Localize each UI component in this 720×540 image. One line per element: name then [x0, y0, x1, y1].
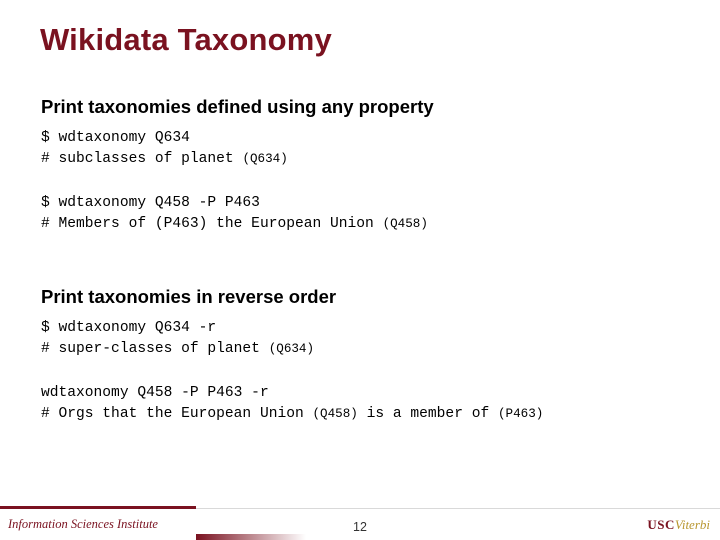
section-heading-1: Print taxonomies defined using any prope… [41, 96, 434, 117]
command-line: $ wdtaxonomy Q634 -r [41, 320, 217, 336]
comment-qid: (Q634) [242, 152, 288, 166]
code-block-3: $ wdtaxonomy Q634 -r # super-classes of … [41, 318, 314, 360]
slide: Wikidata Taxonomy Print taxonomies defin… [0, 0, 720, 540]
comment-qid-1: (Q458) [312, 407, 358, 421]
comment-text: # subclasses of planet [41, 151, 243, 167]
section-heading-2: Print taxonomies in reverse order [41, 286, 337, 307]
command-line: $ wdtaxonomy Q634 [41, 130, 190, 146]
page-number: 12 [353, 520, 367, 534]
command-line: $ wdtaxonomy Q458 -P P463 [41, 195, 260, 211]
comment-line: # super-classes of planet (Q634) [41, 339, 314, 360]
code-block-1: $ wdtaxonomy Q634 # subclasses of planet… [41, 128, 288, 170]
comment-qid: (Q634) [268, 342, 315, 356]
comment-text: # Members of (P463) the European Union [41, 216, 383, 232]
usc-logo-sub: Viterbi [674, 517, 710, 532]
code-block-2: $ wdtaxonomy Q458 -P P463 # Members of (… [41, 193, 428, 235]
page-title: Wikidata Taxonomy [40, 22, 332, 57]
comment-qid: (Q458) [382, 217, 428, 231]
usc-viterbi-logo: USCViterbi [647, 517, 710, 533]
comment-text: # Orgs that the European Union [41, 406, 313, 422]
comment-text-tail: is a member of [357, 406, 498, 422]
footer-gradient [196, 534, 306, 540]
comment-pid: (P463) [497, 407, 544, 421]
comment-line: # Orgs that the European Union (Q458) is… [41, 404, 543, 425]
comment-line: # subclasses of planet (Q634) [41, 149, 288, 170]
code-block-4: wdtaxonomy Q458 -P P463 -r # Orgs that t… [41, 383, 543, 425]
comment-line: # Members of (P463) the European Union (… [41, 214, 428, 235]
usc-logo-main: USC [647, 517, 675, 532]
command-line: wdtaxonomy Q458 -P P463 -r [41, 385, 269, 401]
comment-text: # super-classes of planet [41, 341, 269, 357]
